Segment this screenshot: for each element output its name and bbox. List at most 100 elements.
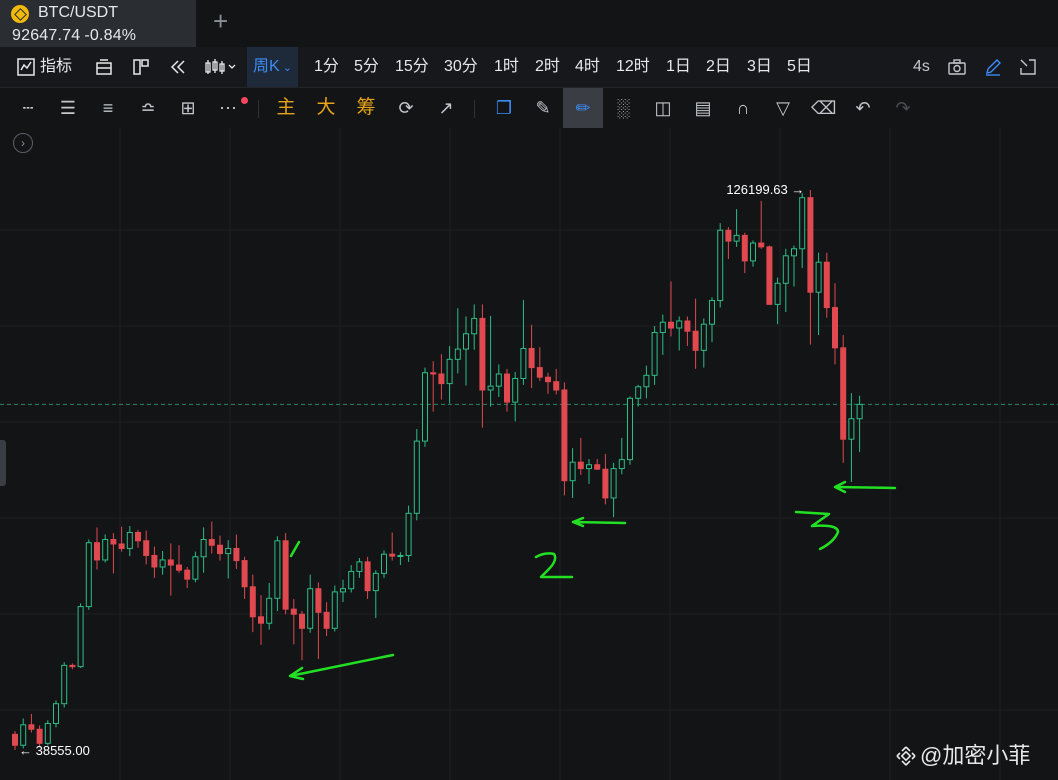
candle-down	[36, 728, 43, 744]
indicators-button[interactable]: 指标	[40, 47, 72, 87]
candle-up	[413, 440, 420, 514]
candle-down	[545, 376, 551, 383]
max-price-label: 126199.63 →	[726, 182, 804, 197]
candle-up	[85, 542, 92, 608]
interval-1m[interactable]: 1分	[314, 47, 339, 87]
notification-dot	[241, 97, 248, 104]
min-price-label: ← 38555.00	[19, 743, 90, 758]
candle-up	[274, 540, 281, 599]
annotation-number-1	[289, 540, 301, 558]
candle-down	[69, 664, 76, 668]
filter-icon[interactable]: ▽	[771, 96, 795, 120]
add-tab-icon[interactable]: +	[213, 6, 228, 36]
undo-icon[interactable]: ↶	[851, 96, 875, 120]
draw-mode-icon[interactable]: ✏	[563, 88, 603, 128]
candle-up	[569, 461, 576, 482]
annotation-number-2	[534, 552, 574, 579]
multi-lines-icon[interactable]: ≡	[96, 96, 120, 120]
candle-down	[430, 372, 437, 375]
interval-3d[interactable]: 3日	[747, 47, 772, 87]
side-panel-handle[interactable]	[0, 440, 6, 486]
candles-icon[interactable]: ░	[611, 96, 635, 120]
candle-down	[233, 547, 240, 562]
candle-type-icon[interactable]	[204, 58, 240, 76]
symbol-tab[interactable]: BTC/USDT 92647.74 -0.84%	[0, 0, 196, 47]
candle-up	[372, 572, 379, 592]
candle-down	[151, 554, 158, 568]
chart-grid	[0, 128, 1058, 780]
refresh-interval[interactable]: 4s	[913, 47, 930, 87]
interval-30m[interactable]: 30分	[444, 47, 478, 87]
copy-icon[interactable]: ❐	[492, 96, 516, 120]
candle-down	[299, 613, 305, 629]
redo-icon[interactable]: ↷	[891, 96, 915, 120]
collapse-toggle-icon[interactable]: ›	[13, 133, 33, 153]
candle-down	[12, 733, 18, 746]
interval-5d[interactable]: 5日	[787, 47, 812, 87]
candle-up	[700, 323, 707, 351]
replay-icon[interactable]	[169, 58, 187, 76]
candle-down	[217, 544, 223, 555]
candle-up	[709, 300, 715, 325]
annotation-arrow-2	[571, 516, 627, 528]
lock-icon[interactable]: ◫	[651, 96, 675, 120]
price-change: -0.84%	[84, 27, 137, 44]
candle-up	[848, 418, 855, 440]
magnet-icon[interactable]: ∩	[731, 96, 755, 120]
sync-icon[interactable]: ⟳	[394, 96, 418, 120]
candle-down	[766, 246, 773, 305]
pencil-icon[interactable]	[984, 58, 1002, 76]
chips-button[interactable]: 筹	[354, 96, 378, 120]
candle-down	[208, 538, 215, 546]
candle-down	[110, 538, 117, 545]
period-dropdown[interactable]: 周K ⌄	[247, 47, 298, 87]
parallel-lines-icon[interactable]: ☰	[56, 96, 80, 120]
candle-up	[782, 255, 789, 284]
layout-icon[interactable]	[95, 58, 113, 76]
candle-down	[135, 531, 141, 542]
candle-down	[577, 461, 584, 470]
watermark: @加密小菲	[896, 738, 1030, 770]
trash-icon[interactable]: ⌫	[811, 96, 836, 120]
ruler-icon[interactable]: ✎	[531, 96, 555, 120]
candle-up	[61, 664, 68, 705]
interval-2d[interactable]: 2日	[706, 47, 731, 87]
candle-down	[176, 564, 182, 571]
candles-group	[12, 190, 863, 750]
interval-12h[interactable]: 12时	[616, 47, 650, 87]
note-icon[interactable]: ▤	[691, 96, 715, 120]
candlestick-chart[interactable]: 126199.63 → ← 38555.00	[0, 128, 1058, 780]
camera-icon[interactable]	[948, 58, 966, 76]
trend-tool-icon[interactable]: ↗	[434, 96, 458, 120]
add-shape-icon[interactable]: ⊞	[176, 96, 200, 120]
ray-lines-icon[interactable]: ≏	[136, 96, 160, 120]
big-order-button[interactable]: 大	[314, 96, 338, 120]
candle-up	[340, 588, 346, 593]
candle-up	[520, 347, 527, 379]
candle-down	[364, 561, 371, 592]
candle-up	[471, 317, 478, 335]
indicator-chart-icon[interactable]	[17, 58, 35, 76]
horizontal-line-icon[interactable]: ┄	[16, 96, 40, 120]
candle-down	[167, 559, 174, 566]
popout-icon[interactable]	[1019, 58, 1037, 76]
interval-toolbar: 指标 周K ⌄ 1分 5分 15分 30分 1时 2时 4时 12时 1日 2日 …	[0, 47, 1058, 88]
annotation-arrow-1	[288, 653, 395, 681]
candle-down	[290, 608, 297, 615]
main-indicator-button[interactable]: 主	[274, 96, 298, 120]
candle-up	[225, 547, 232, 555]
candle-down	[28, 724, 35, 730]
split-view-icon[interactable]	[132, 58, 150, 76]
candle-down	[143, 540, 150, 556]
interval-2h[interactable]: 2时	[535, 47, 560, 87]
candle-down	[602, 468, 609, 499]
more-tools-icon[interactable]: ⋯	[216, 96, 240, 120]
candle-down	[258, 616, 264, 624]
interval-15m[interactable]: 15分	[395, 47, 429, 87]
interval-5m[interactable]: 5分	[354, 47, 379, 87]
candle-up	[774, 282, 781, 305]
interval-1d[interactable]: 1日	[666, 47, 691, 87]
interval-1h[interactable]: 1时	[494, 47, 519, 87]
interval-4h[interactable]: 4时	[575, 47, 600, 87]
candle-up	[381, 553, 387, 574]
